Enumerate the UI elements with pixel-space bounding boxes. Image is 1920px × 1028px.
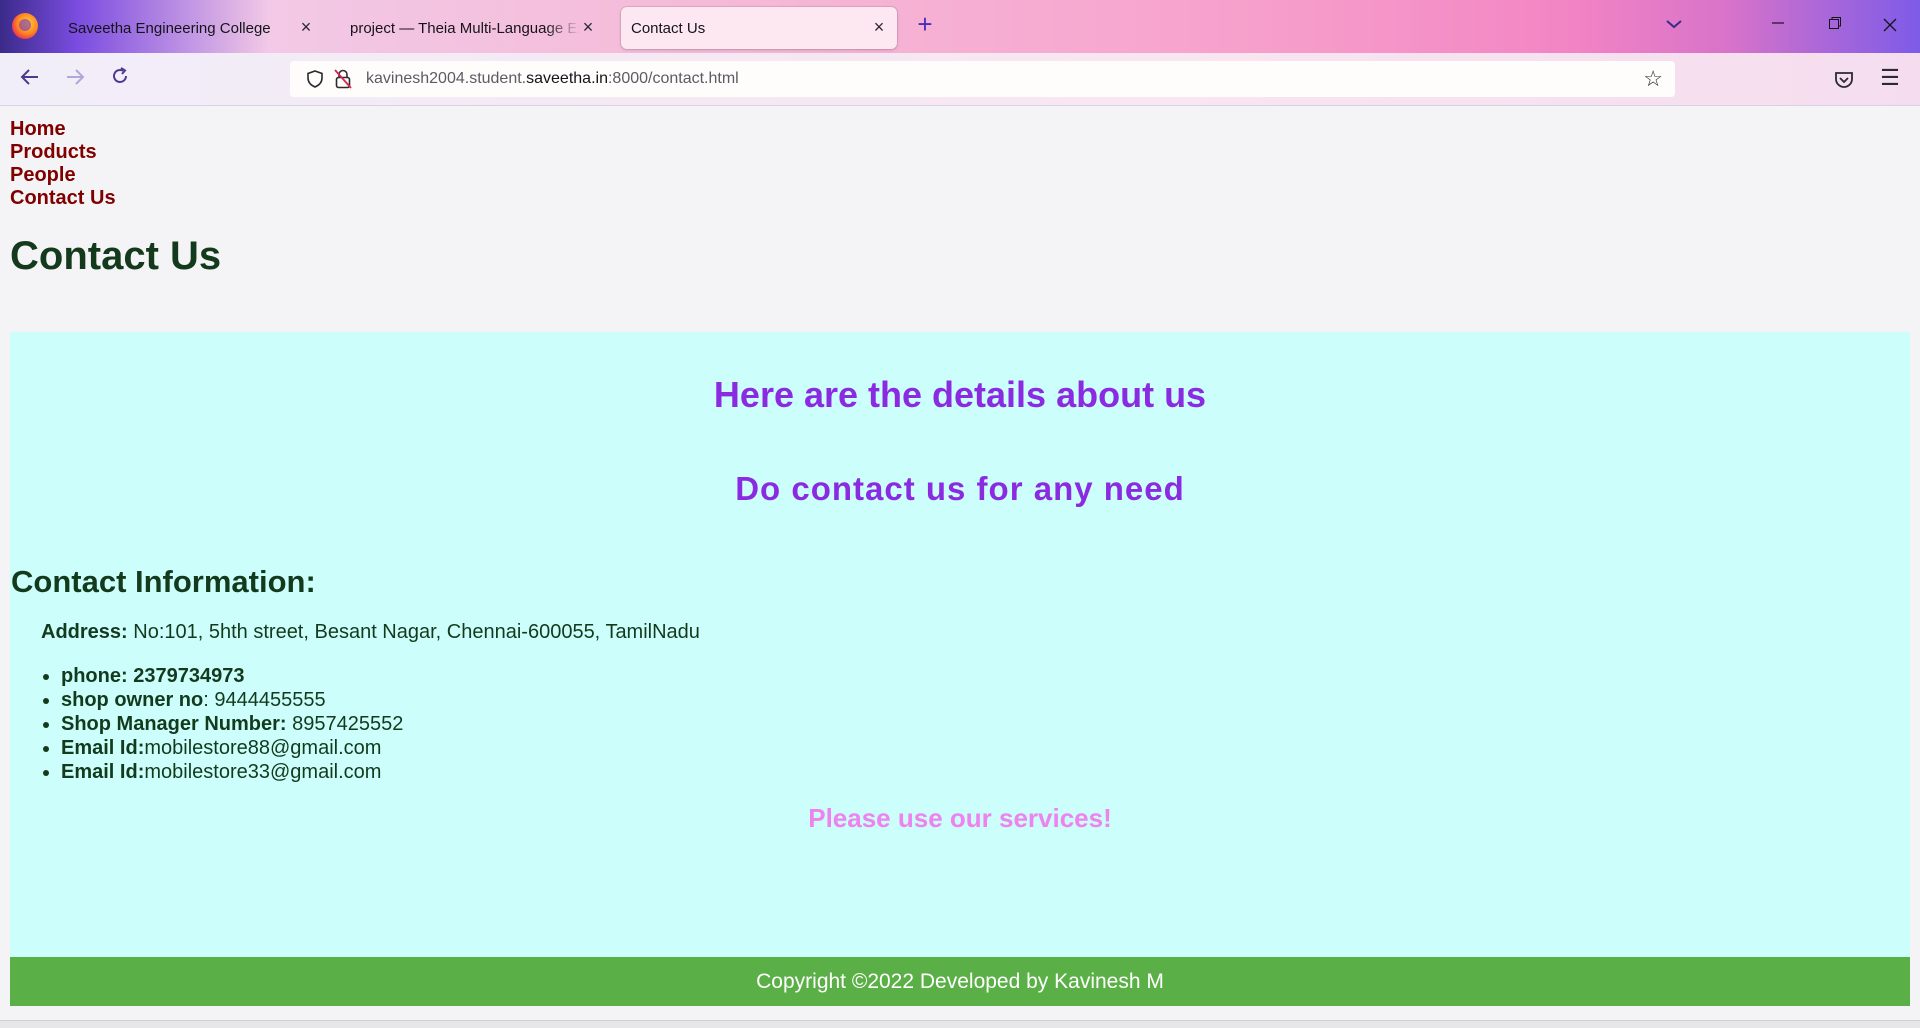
site-nav: Home Products People Contact Us <box>10 118 116 210</box>
contact-label: Shop Manager Number: <box>61 713 287 735</box>
insecure-lock-icon[interactable] <box>334 69 352 89</box>
address-value: No:101, 5hth street, Besant Nagar, Chenn… <box>127 621 700 643</box>
nav-link-contact-us[interactable]: Contact Us <box>10 187 116 210</box>
address-bar[interactable]: kavinesh2004.student.saveetha.in:8000/co… <box>290 61 1675 97</box>
contact-value: mobilestore88@gmail.com <box>144 737 382 759</box>
page-content: Home Products People Contact Us Contact … <box>0 106 1920 1028</box>
nav-link-people[interactable]: People <box>10 164 116 187</box>
url-text[interactable]: kavinesh2004.student.saveetha.in:8000/co… <box>366 70 739 88</box>
tab-close-icon[interactable]: × <box>869 17 889 37</box>
contact-label: shop owner no <box>61 689 204 711</box>
address-label: Address: <box>41 621 128 643</box>
list-item-email-2: Email Id:mobilestore33@gmail.com <box>61 760 403 784</box>
url-prefix: kavinesh2004.student. <box>366 70 527 87</box>
list-item-owner: shop owner no: 9444455555 <box>61 688 403 712</box>
tab-contact-us[interactable]: Contact Us × <box>621 7 897 49</box>
contact-label: phone: 2379734973 <box>61 665 245 687</box>
minimize-icon[interactable] <box>1758 10 1798 42</box>
list-item-phone: phone: 2379734973 <box>61 664 403 688</box>
contact-label: Email Id: <box>61 737 145 759</box>
nav-link-products[interactable]: Products <box>10 141 116 164</box>
restore-icon[interactable] <box>1815 10 1855 42</box>
url-suffix: :8000/contact.html <box>607 70 739 87</box>
hamburger-menu-icon[interactable]: ☰ <box>1878 66 1902 90</box>
url-host: saveetha.in <box>526 70 608 87</box>
new-tab-button[interactable]: + <box>912 11 938 38</box>
contact-value: 8957425552 <box>286 713 404 735</box>
firefox-logo-icon[interactable] <box>12 13 38 39</box>
reload-icon[interactable] <box>105 66 135 94</box>
back-arrow-icon[interactable] <box>15 66 45 94</box>
tab-close-icon[interactable]: × <box>296 17 316 37</box>
tab-theia-project[interactable]: project — Theia Multi-Language Explorer … <box>336 7 606 49</box>
chevron-down-icon[interactable] <box>1660 14 1688 38</box>
address-line: Address: No:101, 5hth street, Besant Nag… <box>41 621 700 644</box>
contact-information-heading: Contact Information: <box>11 564 316 599</box>
contact-value: mobilestore33@gmail.com <box>144 761 382 783</box>
horizontal-scrollbar[interactable] <box>0 1020 1920 1028</box>
browser-toolbar: kavinesh2004.student.saveetha.in:8000/co… <box>0 53 1920 106</box>
details-heading: Here are the details about us <box>713 374 1207 415</box>
tab-title: Contact Us <box>631 19 706 37</box>
contact-label: Email Id: <box>61 761 145 783</box>
contact-need-heading: Do contact us for any need <box>735 470 1185 507</box>
tab-title: project — Theia Multi-Language Explorer <box>350 19 580 37</box>
contact-content-box: Here are the details about us Do contact… <box>10 332 1910 958</box>
window-close-icon[interactable] <box>1870 10 1910 42</box>
pocket-icon[interactable] <box>1832 68 1856 92</box>
list-item-manager: Shop Manager Number: 8957425552 <box>61 712 403 736</box>
list-item-email-1: Email Id:mobilestore88@gmail.com <box>61 736 403 760</box>
bookmark-star-icon[interactable]: ☆ <box>1643 68 1663 90</box>
contact-value: : 9444455555 <box>203 689 326 711</box>
site-footer: Copyright ©2022 Developed by Kavinesh M <box>10 957 1910 1006</box>
contact-list: phone: 2379734973 shop owner no: 9444455… <box>61 664 403 784</box>
page-title: Contact Us <box>10 234 222 278</box>
tab-saveetha[interactable]: Saveetha Engineering College × <box>54 7 324 49</box>
shield-icon[interactable] <box>306 70 324 88</box>
tab-title: Saveetha Engineering College <box>68 19 271 37</box>
browser-tab-bar: Saveetha Engineering College × project —… <box>0 0 1920 53</box>
nav-link-home[interactable]: Home <box>10 118 116 141</box>
forward-arrow-icon[interactable] <box>60 66 90 94</box>
services-message: Please use our services! <box>808 803 1112 833</box>
tab-close-icon[interactable]: × <box>578 17 598 37</box>
